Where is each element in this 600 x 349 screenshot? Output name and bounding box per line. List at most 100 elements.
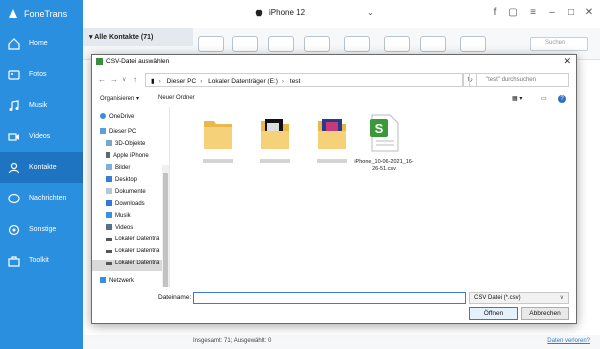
facebook-icon[interactable]: f [488,7,502,18]
fonetrans-logo-icon [9,9,17,18]
duplicate-button[interactable] [420,36,446,52]
filename-row: Dateiname: CSV Datei (*.csv) ∨ [92,290,576,306]
blurred-name [317,159,347,163]
recent-chevron-icon[interactable]: ∨ [122,76,126,83]
tree-item-documents[interactable]: Dokumente [92,188,169,199]
pictures-icon [106,164,112,170]
open-button[interactable]: Öffnen [469,307,518,320]
data-lost-link[interactable]: Daten verloren? [547,338,590,344]
network-icon [100,277,106,283]
tree-item-pictures[interactable]: Bilder [92,164,169,175]
status-text: Insgesamt: 71; Ausgewählt: 0 [193,338,272,344]
contacts-icon [8,162,20,173]
tree-item-drive-1[interactable]: Lokaler Datenträ [92,236,169,247]
chevron-down-icon: ∨ [559,295,564,301]
brand: FoneTrans [0,0,83,28]
transfer-button[interactable] [304,36,330,52]
filename-label: Dateiname: [158,294,192,301]
computer-icon [100,128,106,134]
tree-scrollbar[interactable] [162,165,169,287]
app-name: FoneTrans [24,9,68,19]
app-window: FoneTrans Home Fotos Musik Videos Kontak… [0,0,600,349]
tree-item-desktop[interactable]: Desktop [92,176,169,187]
tree-item-videos[interactable]: Videos [92,224,169,235]
breadcrumb-1[interactable]: Lokaler Datenträger (E:) [208,78,278,85]
preview-pane-icon[interactable]: ▭ [541,95,547,102]
tree-item-apple-iphone[interactable]: Apple iPhone [92,152,169,163]
sidebar-item-toolkit[interactable]: Toolkit [0,245,83,276]
tree-scrollbar-thumb[interactable] [163,173,168,287]
dialog-close-icon[interactable]: ✕ [563,56,571,67]
status-bar: Insgesamt: 71; Ausgewählt: 0 Daten verlo… [83,335,600,349]
toolbox-button[interactable] [460,36,486,52]
drive-icon [106,262,112,265]
toolkit-icon [8,255,20,267]
cancel-button[interactable]: Abbrechen [521,307,569,320]
device-selector[interactable]: iPhone 12 ⌄ [255,8,385,17]
up-icon[interactable]: ↑ [133,75,137,84]
dialog-title: CSV-Datei auswählen [106,58,170,65]
desktop-icon [106,176,112,182]
tree-item-downloads[interactable]: Downloads [92,200,169,211]
sidebar-item-sonstige[interactable]: Sonstige [0,214,83,245]
close-icon[interactable]: ✕ [582,7,596,18]
sidebar-item-label: Musik [29,102,48,109]
search-input[interactable]: Suchen [530,37,588,51]
minimize-icon[interactable]: – [545,7,559,18]
file-item[interactable] [188,113,248,163]
sidebar-item-home[interactable]: Home [0,28,83,59]
filetype-select[interactable]: CSV Datei (*.csv) ∨ [469,292,569,304]
drive-icon [106,238,112,241]
menu-icon[interactable]: ≡ [526,7,540,18]
view-options-icon[interactable]: ▦ ▾ [512,95,522,102]
delete-button[interactable] [344,36,370,52]
breadcrumb-0[interactable]: Dieser PC [167,78,197,85]
tree-item-this-pc[interactable]: Dieser PC [92,128,169,139]
sidebar-item-label: Kontakte [29,164,57,171]
drive-icon [106,250,112,253]
sidebar-item-label: Videos [29,133,51,140]
sidebar-item-fotos[interactable]: Fotos [0,59,83,90]
dialog-search-input[interactable]: "test" durchsuchen [469,73,569,87]
tree-item-music[interactable]: Musik [92,212,169,223]
sidebar-item-musik[interactable]: Musik [0,90,83,121]
image-folder-icon [318,119,346,149]
export-button[interactable] [268,36,294,52]
new-folder-button[interactable]: Neuer Ordner [158,95,195,101]
filetype-value: CSV Datei (*.csv) [474,295,521,301]
file-item-csv[interactable]: S iPhone_10-06-2021_16-26-51.csv [354,113,414,173]
filename-input[interactable] [193,292,466,304]
music-icon [9,99,19,111]
sidebar: FoneTrans Home Fotos Musik Videos Kontak… [0,0,83,349]
back-icon[interactable]: ← [98,75,106,84]
phone-icon [106,152,110,158]
tree-item-drive-2[interactable]: Lokaler Datenträ [92,248,169,259]
sync-button[interactable] [384,36,410,52]
forward-icon[interactable]: → [110,75,118,84]
address-row: ← → ∨ ↑ ▮ › Dieser PC › Lokaler Datenträge… [92,71,576,89]
file-item[interactable] [302,113,362,163]
category-header[interactable]: ▾ Alle Kontakte (71) [83,28,193,46]
tree-item-onedrive[interactable]: OneDrive [92,113,169,124]
address-bar[interactable]: ▮ › Dieser PC › Lokaler Datenträger (E:) › … [145,73,463,87]
file-item[interactable] [245,113,305,163]
sidebar-item-videos[interactable]: Videos [0,121,83,152]
chevron-down-icon: ⌄ [367,8,374,17]
csv-icon [96,58,103,65]
tree-item-drive-3[interactable]: Lokaler Datenträ [92,260,169,271]
sidebar-item-nachrichten[interactable]: Nachrichten [0,183,83,214]
tree-item-3d-objects[interactable]: 3D-Objekte [92,140,169,151]
breadcrumb-2[interactable]: test [290,78,300,85]
csv-file-icon: S [370,114,399,152]
maximize-icon[interactable]: □ [564,7,578,18]
tree-item-network[interactable]: Netzwerk [92,277,169,287]
tree-item-label: Apple iPhone [113,153,149,159]
navigation-tree: OneDrive Dieser PC 3D-Objekte Apple iPho… [92,107,170,287]
feedback-icon[interactable]: ▢ [506,7,520,18]
add-button[interactable] [198,36,224,52]
sidebar-item-kontakte[interactable]: Kontakte [0,152,83,183]
help-icon[interactable]: ? [558,95,566,103]
import-button[interactable] [232,36,258,52]
search-placeholder: Suchen [545,40,566,46]
organize-button[interactable]: Organisieren ▾ [100,95,139,102]
